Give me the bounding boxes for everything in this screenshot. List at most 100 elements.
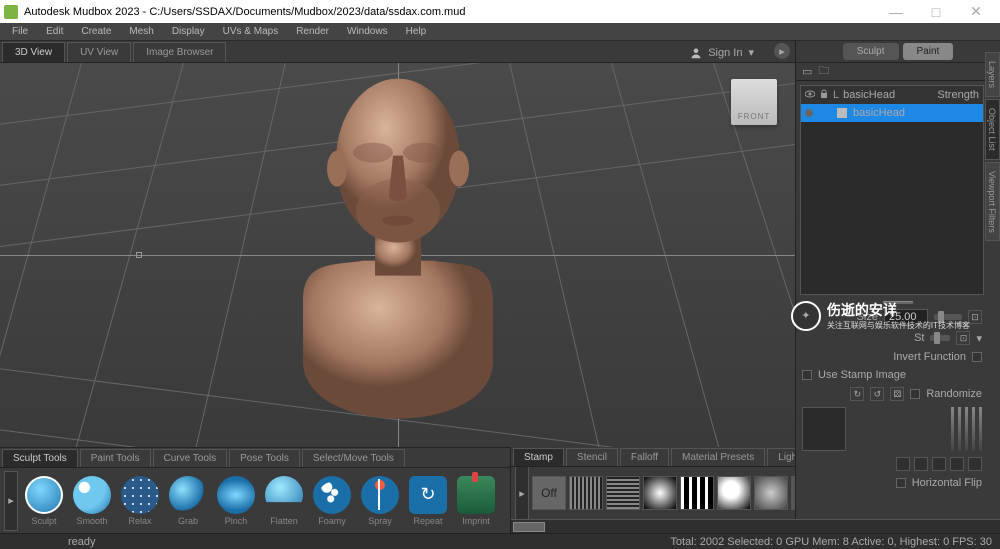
menu-windows[interactable]: Windows — [339, 24, 396, 39]
stamp-opt-3[interactable] — [932, 457, 946, 471]
person-icon — [690, 47, 702, 59]
smooth-icon — [73, 476, 111, 514]
lock-icon[interactable] — [819, 89, 829, 102]
object-list-header: L basicHead Strength — [801, 86, 983, 104]
tab-3d-view[interactable]: 3D View — [2, 42, 65, 62]
stamp-preview[interactable] — [802, 407, 846, 451]
strength-caret[interactable]: ▾ — [976, 332, 982, 345]
menu-uvs-maps[interactable]: UVs & Maps — [215, 24, 287, 39]
stamp-opt-5[interactable] — [968, 457, 982, 471]
stamp-preset-5[interactable] — [717, 476, 751, 510]
stamp-preset-3[interactable] — [643, 476, 677, 510]
stamp-off[interactable]: Off — [532, 476, 566, 510]
tool-pinch[interactable]: Pinch — [214, 476, 258, 526]
watermark-title: 伤逝的安详 — [827, 300, 970, 320]
invert-checkbox[interactable] — [972, 352, 982, 362]
maximize-button[interactable]: □ — [916, 1, 956, 23]
strength-lock-icon[interactable]: ⊡ — [956, 331, 970, 345]
menu-help[interactable]: Help — [398, 24, 435, 39]
side-tab-layers[interactable]: Layers — [985, 52, 1000, 97]
tool-smooth[interactable]: Smooth — [70, 476, 114, 526]
new-layer-icon[interactable]: ▭ — [802, 65, 812, 78]
tool-spray[interactable]: Spray — [358, 476, 402, 526]
stamp-preset-4[interactable] — [680, 476, 714, 510]
strength-slider[interactable] — [930, 335, 950, 341]
window-title: Autodesk Mudbox 2023 - C:/Users/SSDAX/Do… — [24, 6, 876, 18]
stamp-tab-material[interactable]: Material Presets — [671, 448, 765, 466]
randomize-icon[interactable]: ⚄ — [890, 387, 904, 401]
viewport-3d[interactable]: FRONT — [0, 63, 795, 447]
shelf-scroll-left[interactable]: ▸ — [4, 471, 18, 531]
stamp-tab-stencil[interactable]: Stencil — [566, 448, 618, 466]
rotate-cw-icon[interactable]: ↻ — [850, 387, 864, 401]
invert-label: Invert Function — [893, 351, 966, 363]
menu-render[interactable]: Render — [288, 24, 337, 39]
hflip-checkbox[interactable] — [896, 478, 906, 488]
menu-edit[interactable]: Edit — [38, 24, 71, 39]
viewport-tabs: 3D View UV View Image Browser Sign In ▾ … — [0, 41, 795, 63]
mesh-basic-head[interactable] — [283, 63, 513, 421]
stamp-tab-stamp[interactable]: Stamp — [513, 448, 564, 466]
title-bar: Autodesk Mudbox 2023 - C:/Users/SSDAX/Do… — [0, 0, 1000, 23]
mode-tab-sculpt[interactable]: Sculpt — [843, 43, 899, 60]
eye-icon[interactable] — [805, 89, 815, 102]
tool-imprint[interactable]: Imprint — [454, 476, 498, 526]
stamp-scrollbar[interactable] — [511, 519, 1000, 533]
side-tab-object-list[interactable]: Object List — [985, 99, 1000, 160]
tab-uv-view[interactable]: UV View — [67, 42, 131, 62]
mesh-thumb-icon — [837, 108, 847, 118]
shelf-tab-curve[interactable]: Curve Tools — [153, 449, 228, 467]
randomize-label: Randomize — [926, 388, 982, 400]
relax-icon — [121, 476, 159, 514]
sign-in-button[interactable]: Sign In ▾ — [676, 43, 768, 62]
row-visibility-dot[interactable] — [805, 109, 813, 117]
size-lock-icon[interactable]: ⊡ — [968, 310, 982, 324]
view-cube[interactable]: FRONT — [731, 79, 777, 125]
object-row-basichead[interactable]: basicHead — [801, 104, 983, 122]
menu-mesh[interactable]: Mesh — [121, 24, 161, 39]
panel-expand-button[interactable]: ▸ — [774, 43, 790, 59]
status-bar: ready Total: 2002 Selected: 0 GPU Mem: 8… — [0, 533, 1000, 549]
app-logo — [4, 5, 18, 19]
shelf-tab-select[interactable]: Select/Move Tools — [302, 449, 405, 467]
minimize-button[interactable]: — — [876, 1, 916, 23]
stamp-opt-1[interactable] — [896, 457, 910, 471]
rotate-ccw-icon[interactable]: ↺ — [870, 387, 884, 401]
menu-file[interactable]: File — [4, 24, 36, 39]
spray-icon — [361, 476, 399, 514]
repeat-icon — [409, 476, 447, 514]
tool-repeat[interactable]: Repeat — [406, 476, 450, 526]
object-row-label: basicHead — [853, 107, 905, 119]
close-button[interactable]: ✕ — [956, 1, 996, 23]
side-tab-strip: Layers Object List Viewport Filters — [985, 52, 1000, 241]
side-tab-viewport-filters[interactable]: Viewport Filters — [985, 162, 1000, 242]
stamp-tab-falloff[interactable]: Falloff — [620, 448, 669, 466]
shelf-tab-pose[interactable]: Pose Tools — [229, 449, 300, 467]
stamp-scroll-left[interactable]: ▸ — [515, 467, 529, 519]
stamp-sliders[interactable] — [951, 407, 982, 451]
tool-foamy[interactable]: Foamy — [310, 476, 354, 526]
tool-grab[interactable]: Grab — [166, 476, 210, 526]
use-stamp-checkbox[interactable] — [802, 370, 812, 380]
stamp-preset-2[interactable] — [606, 476, 640, 510]
randomize-checkbox[interactable] — [910, 389, 920, 399]
status-ready: ready — [68, 536, 96, 548]
watermark-logo: ✦ — [791, 301, 821, 331]
stamp-opt-4[interactable] — [950, 457, 964, 471]
object-header-label: L — [833, 89, 839, 101]
menu-create[interactable]: Create — [73, 24, 119, 39]
stamp-preset-6[interactable] — [754, 476, 788, 510]
tool-flatten[interactable]: Flatten — [262, 476, 306, 526]
stamp-preset-1[interactable] — [569, 476, 603, 510]
watermark-subtitle: 关注互联网与娱乐软件技术的IT技术博客 — [827, 320, 970, 331]
object-header-strength: Strength — [937, 89, 979, 101]
folder-icon[interactable]: 🗀 — [818, 62, 829, 81]
stamp-opt-2[interactable] — [914, 457, 928, 471]
shelf-tab-paint[interactable]: Paint Tools — [80, 449, 151, 467]
menu-display[interactable]: Display — [164, 24, 213, 39]
tool-sculpt[interactable]: Sculpt — [22, 476, 66, 526]
tool-relax[interactable]: Relax — [118, 476, 162, 526]
mode-tab-paint[interactable]: Paint — [903, 43, 954, 60]
shelf-tab-sculpt[interactable]: Sculpt Tools — [2, 449, 78, 467]
tab-image-browser[interactable]: Image Browser — [133, 42, 226, 62]
